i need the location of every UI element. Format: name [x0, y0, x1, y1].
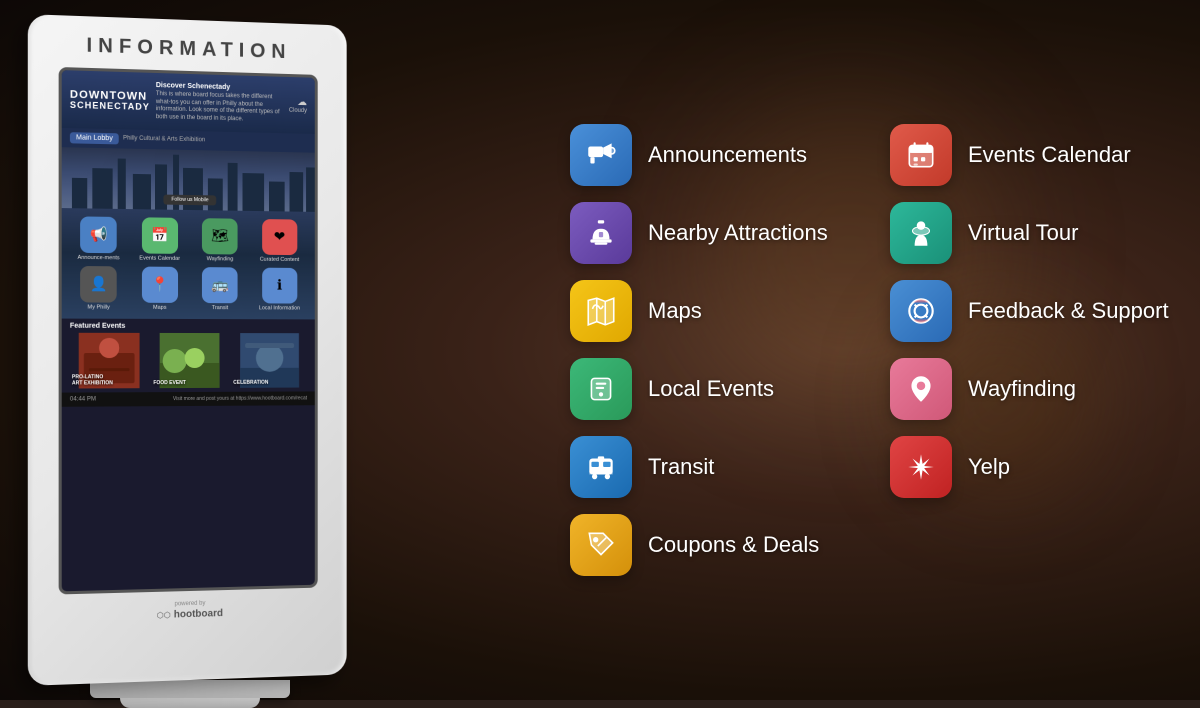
screen-footer: 04:44 PM Visit more and post yours at ht…	[62, 392, 315, 407]
featured-card-3[interactable]: CELEBRATION	[231, 333, 307, 388]
nearby-icon	[570, 202, 632, 264]
events-calendar-label: Events Calendar	[968, 142, 1131, 168]
menu-item-wayfinding[interactable]: Wayfinding	[890, 358, 1170, 420]
events-calendar-svg	[904, 138, 938, 172]
kiosk-body: INFORMATION DOWNTOWN SCHENECTADY Discove…	[28, 14, 347, 686]
hootboard-icon: ⬡⬡	[157, 611, 171, 620]
featured-card-3-label: CELEBRATION	[233, 380, 268, 386]
screen-header: DOWNTOWN SCHENECTADY Discover Schenectad…	[62, 70, 315, 134]
featured-title: Featured Events	[70, 323, 307, 331]
maps-svg	[584, 294, 618, 328]
menu-item-yelp[interactable]: Yelp	[890, 436, 1170, 498]
kiosk-screen: DOWNTOWN SCHENECTADY Discover Schenectad…	[59, 67, 318, 594]
feedback-icon	[890, 280, 952, 342]
menu-item-virtual-tour[interactable]: Virtual Tour	[890, 202, 1170, 264]
screen-url: Visit more and post yours at https://www…	[173, 396, 307, 403]
screen-featured: Featured Events PRO-LATINOART EXHIBITION	[62, 319, 315, 393]
featured-card-1-label: PRO-LATINOART EXHIBITION	[72, 374, 113, 386]
mini-app-events-cal[interactable]: 📅 Events Calendar	[131, 217, 188, 262]
screen-logo: DOWNTOWN SCHENECTADY	[70, 88, 150, 112]
location-tag: Main Lobby	[70, 132, 119, 144]
maps-label: Maps	[648, 298, 702, 324]
feedback-svg	[904, 294, 938, 328]
announcements-icon	[570, 124, 632, 186]
mini-app-myphilly[interactable]: 👤 My Philly	[70, 265, 127, 310]
featured-card-2-label: FOOD EVENT	[153, 380, 186, 386]
menu-right-column: Events Calendar Virtual Tour	[890, 124, 1170, 576]
mini-app-local-info[interactable]: ℹ Local Information	[252, 267, 307, 312]
kiosk: INFORMATION DOWNTOWN SCHENECTADY Discove…	[30, 20, 350, 708]
menu-item-local-events[interactable]: Local Events	[570, 358, 850, 420]
events-calendar-icon	[890, 124, 952, 186]
featured-card-1[interactable]: PRO-LATINOART EXHIBITION	[70, 333, 148, 389]
virtual-tour-icon	[890, 202, 952, 264]
screen-time: 04:44 PM	[70, 397, 96, 403]
menu-item-maps[interactable]: Maps	[570, 280, 850, 342]
feedback-label: Feedback & Support	[968, 298, 1169, 324]
hootboard-logo: ⬡⬡ hootboard	[157, 608, 223, 621]
yelp-label: Yelp	[968, 454, 1010, 480]
menu-item-feedback[interactable]: Feedback & Support	[890, 280, 1170, 342]
menu-item-transit[interactable]: Transit	[570, 436, 850, 498]
mini-app-maps[interactable]: 📍 Maps	[131, 266, 188, 311]
yelp-svg	[904, 450, 938, 484]
screen-header-info: Discover Schenectady This is where board…	[156, 81, 283, 125]
virtual-tour-svg	[904, 216, 938, 250]
transit-icon	[570, 436, 632, 498]
wayfinding-icon	[890, 358, 952, 420]
powered-by-label: powered by	[157, 600, 223, 608]
mini-app-wayfinding[interactable]: 🗺 Wayfinding	[192, 218, 248, 263]
nearby-label: Nearby Attractions	[648, 220, 828, 246]
screen-weather: ☁ Cloudy	[289, 97, 307, 114]
follow-button[interactable]: Follow us Mobile	[163, 195, 216, 206]
kiosk-base	[90, 680, 290, 698]
featured-cards: PRO-LATINOART EXHIBITION FOOD EVENT	[70, 333, 307, 389]
mini-app-curated[interactable]: ❤ Curated Content	[252, 219, 307, 264]
wayfinding-svg	[904, 372, 938, 406]
menu-item-announcements[interactable]: Announcements	[570, 124, 850, 186]
menu-item-coupons[interactable]: Coupons & Deals	[570, 514, 850, 576]
announcements-svg	[584, 138, 618, 172]
city-bg: Follow us Mobile	[62, 147, 315, 212]
coupons-label: Coupons & Deals	[648, 532, 819, 558]
nearby-svg	[584, 216, 618, 250]
local-events-svg	[584, 372, 618, 406]
menu-left-column: Announcements Nearby Attractions	[570, 124, 850, 576]
virtual-tour-label: Virtual Tour	[968, 220, 1078, 246]
transit-svg	[584, 450, 618, 484]
mini-app-announcements[interactable]: 📢 Announce-ments	[70, 216, 127, 262]
screen-apps: 📢 Announce-ments 📅 Events Calendar 🗺 Way…	[62, 208, 315, 320]
maps-icon	[570, 280, 632, 342]
wayfinding-label: Wayfinding	[968, 376, 1076, 402]
yelp-icon	[890, 436, 952, 498]
local-events-icon	[570, 358, 632, 420]
coupons-icon	[570, 514, 632, 576]
menu-container: Announcements Nearby Attractions	[570, 124, 1170, 576]
transit-label: Transit	[648, 454, 714, 480]
local-events-label: Local Events	[648, 376, 774, 402]
mini-app-transit[interactable]: 🚌 Transit	[192, 267, 248, 312]
coupons-svg	[584, 528, 618, 562]
featured-card-2[interactable]: FOOD EVENT	[151, 333, 228, 388]
menu-item-events-calendar[interactable]: Events Calendar	[890, 124, 1170, 186]
menu-item-nearby[interactable]: Nearby Attractions	[570, 202, 850, 264]
announcements-label: Announcements	[648, 142, 807, 168]
